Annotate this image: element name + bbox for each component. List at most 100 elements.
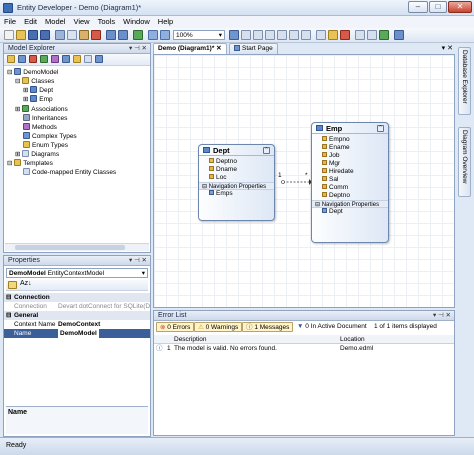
cut-icon[interactable] bbox=[55, 30, 65, 40]
align-left-icon[interactable] bbox=[253, 30, 263, 40]
tree-node-templates[interactable]: ⊟ Templates bbox=[7, 159, 53, 168]
zoom-select[interactable]: 100% ▾ bbox=[173, 30, 225, 40]
menu-tools[interactable]: Tools bbox=[94, 16, 120, 27]
entity-dept[interactable]: Dept ⌃ Deptno Dname Loc ⊟ Navigation Pro… bbox=[198, 144, 275, 221]
collapse-icon[interactable]: ⌃ bbox=[377, 125, 384, 132]
open-icon[interactable] bbox=[16, 30, 26, 40]
menu-file[interactable]: File bbox=[0, 16, 20, 27]
collapse-icon[interactable]: ⊟ bbox=[7, 160, 12, 167]
panel-pin-close-icons[interactable]: ▾ ⊣ ✕ bbox=[129, 44, 147, 53]
categorized-icon[interactable] bbox=[8, 281, 17, 289]
menu-window[interactable]: Window bbox=[119, 16, 154, 27]
close-button[interactable]: ✕ bbox=[448, 1, 472, 13]
close-tab-icon[interactable]: ✕ bbox=[216, 45, 221, 52]
nav-field-dept[interactable]: Dept bbox=[312, 208, 388, 216]
align-center-icon[interactable] bbox=[265, 30, 275, 40]
tree-node-classes[interactable]: ⊟ Classes bbox=[15, 77, 54, 86]
field-deptno[interactable]: Deptno bbox=[312, 192, 388, 200]
zoom-in-icon[interactable] bbox=[160, 30, 170, 40]
undo-icon[interactable] bbox=[106, 30, 116, 40]
col-location[interactable]: Location bbox=[340, 335, 365, 344]
field-job[interactable]: Job bbox=[312, 152, 388, 160]
field-comm[interactable]: Comm bbox=[312, 184, 388, 192]
explorer-scrollbar[interactable] bbox=[5, 243, 149, 251]
prop-row-connection[interactable]: Connection Devart dotConnect for SQLite(D… bbox=[4, 302, 150, 311]
collapse-icon[interactable]: ⊟ bbox=[7, 69, 12, 76]
menu-edit[interactable]: Edit bbox=[20, 16, 41, 27]
add-diagram-icon[interactable] bbox=[84, 55, 92, 63]
maximize-button[interactable]: □ bbox=[429, 1, 447, 13]
zoom-out-icon[interactable] bbox=[148, 30, 158, 40]
collapse-icon[interactable]: ⊟ bbox=[15, 78, 20, 85]
add-enum-icon[interactable] bbox=[73, 55, 81, 63]
tab-close-icon[interactable]: ▾ ✕ bbox=[442, 44, 453, 52]
menu-view[interactable]: View bbox=[69, 16, 93, 27]
field-mgr[interactable]: Mgr bbox=[312, 160, 388, 168]
tree-node-complex-types[interactable]: Complex Types bbox=[23, 132, 77, 141]
save-all-icon[interactable] bbox=[40, 30, 50, 40]
panel-pin-close-icons[interactable]: ▾ ⊣ ✕ bbox=[129, 256, 147, 265]
prop-row-name[interactable]: Name DemoModel bbox=[4, 329, 150, 338]
delete-node-icon[interactable] bbox=[29, 55, 37, 63]
zoom-fit-icon[interactable] bbox=[229, 30, 239, 40]
field-ename[interactable]: Ename bbox=[312, 144, 388, 152]
error-row[interactable]: ⓘ 1 The model is valid. No errors found.… bbox=[154, 344, 454, 354]
entity-emp[interactable]: Emp ⌃ Empno Ename Job Mgr Hiredate Sal C… bbox=[311, 122, 389, 243]
prop-category-connection[interactable]: ⊟ Connection bbox=[4, 293, 150, 302]
color-icon[interactable] bbox=[340, 30, 350, 40]
add-complex-type-icon[interactable] bbox=[62, 55, 70, 63]
new-icon[interactable] bbox=[4, 30, 14, 40]
size-icon[interactable] bbox=[316, 30, 326, 40]
tree-node-code-mapped[interactable]: Code-mapped Entity Classes bbox=[23, 168, 116, 177]
col-description[interactable]: Description bbox=[174, 335, 207, 344]
tab-database-explorer[interactable]: Database Explorer bbox=[458, 47, 471, 115]
collapse-icon[interactable]: ⊟ bbox=[6, 311, 11, 320]
field-empno[interactable]: Empno bbox=[312, 136, 388, 144]
expand-icon[interactable]: ⊞ bbox=[23, 87, 28, 94]
shape-icon[interactable] bbox=[328, 30, 338, 40]
delete-icon[interactable] bbox=[91, 30, 101, 40]
field-loc[interactable]: Loc bbox=[199, 174, 274, 182]
distribute-icon[interactable] bbox=[355, 30, 365, 40]
scroll-thumb[interactable] bbox=[15, 245, 125, 250]
diagram-canvas[interactable]: 1 * Dept ⌃ Deptno Dname Loc ⊟ Navigation… bbox=[153, 54, 455, 308]
object-selector[interactable]: DemoModel EntityContextModel ▾ bbox=[6, 268, 148, 278]
messages-filter-button[interactable]: ⓘ 1 Messages bbox=[242, 322, 294, 332]
validate-icon[interactable] bbox=[133, 30, 143, 40]
nav-properties-section[interactable]: ⊟ Navigation Properties bbox=[199, 182, 274, 190]
align-bottom-icon[interactable] bbox=[301, 30, 311, 40]
expand-icon[interactable]: ⊞ bbox=[15, 106, 20, 113]
prop-category-general[interactable]: ⊟ General bbox=[4, 311, 150, 320]
add-class-icon[interactable] bbox=[18, 55, 26, 63]
minimize-button[interactable]: – bbox=[408, 1, 428, 13]
add-association-icon[interactable] bbox=[40, 55, 48, 63]
grid-icon[interactable] bbox=[367, 30, 377, 40]
align-top-icon[interactable] bbox=[289, 30, 299, 40]
tree-node-dept[interactable]: ⊞ Dept bbox=[23, 86, 53, 95]
active-document-filter[interactable]: ▼ 0 In Active Document bbox=[297, 323, 367, 330]
nav-field-emps[interactable]: Emps bbox=[199, 190, 274, 198]
expand-icon[interactable]: ⊞ bbox=[23, 96, 28, 103]
field-hiredate[interactable]: Hiredate bbox=[312, 168, 388, 176]
tree-node-enum-types[interactable]: Enum Types bbox=[23, 141, 68, 150]
field-dname[interactable]: Dname bbox=[199, 166, 274, 174]
prop-row-context-name[interactable]: Context Name DemoContext bbox=[4, 320, 150, 329]
copy-icon[interactable] bbox=[67, 30, 77, 40]
tree-node-methods[interactable]: Methods bbox=[23, 123, 57, 132]
errors-filter-button[interactable]: ⊗ 0 Errors bbox=[156, 322, 195, 332]
help-icon[interactable] bbox=[394, 30, 404, 40]
nav-properties-section[interactable]: ⊟ Navigation Properties bbox=[312, 200, 388, 208]
expand-icon[interactable]: ⊞ bbox=[15, 151, 20, 158]
collapse-icon[interactable]: ⌃ bbox=[263, 147, 270, 154]
align-right-icon[interactable] bbox=[277, 30, 287, 40]
tree-node-associations[interactable]: ⊞ Associations bbox=[15, 105, 68, 114]
layout-icon[interactable] bbox=[241, 30, 251, 40]
tree-node-inheritances[interactable]: Inheritances bbox=[23, 114, 67, 123]
field-sal[interactable]: Sal bbox=[312, 176, 388, 184]
menu-help[interactable]: Help bbox=[154, 16, 177, 27]
add-folder-icon[interactable] bbox=[7, 55, 15, 63]
menu-model[interactable]: Model bbox=[41, 16, 69, 27]
tree-node-diagrams[interactable]: ⊞ Diagrams bbox=[15, 150, 59, 159]
tab-diagram1[interactable]: Demo (Diagram1)* ✕ bbox=[153, 43, 227, 54]
sort-alpha-icon[interactable]: Az↓ bbox=[20, 280, 32, 287]
